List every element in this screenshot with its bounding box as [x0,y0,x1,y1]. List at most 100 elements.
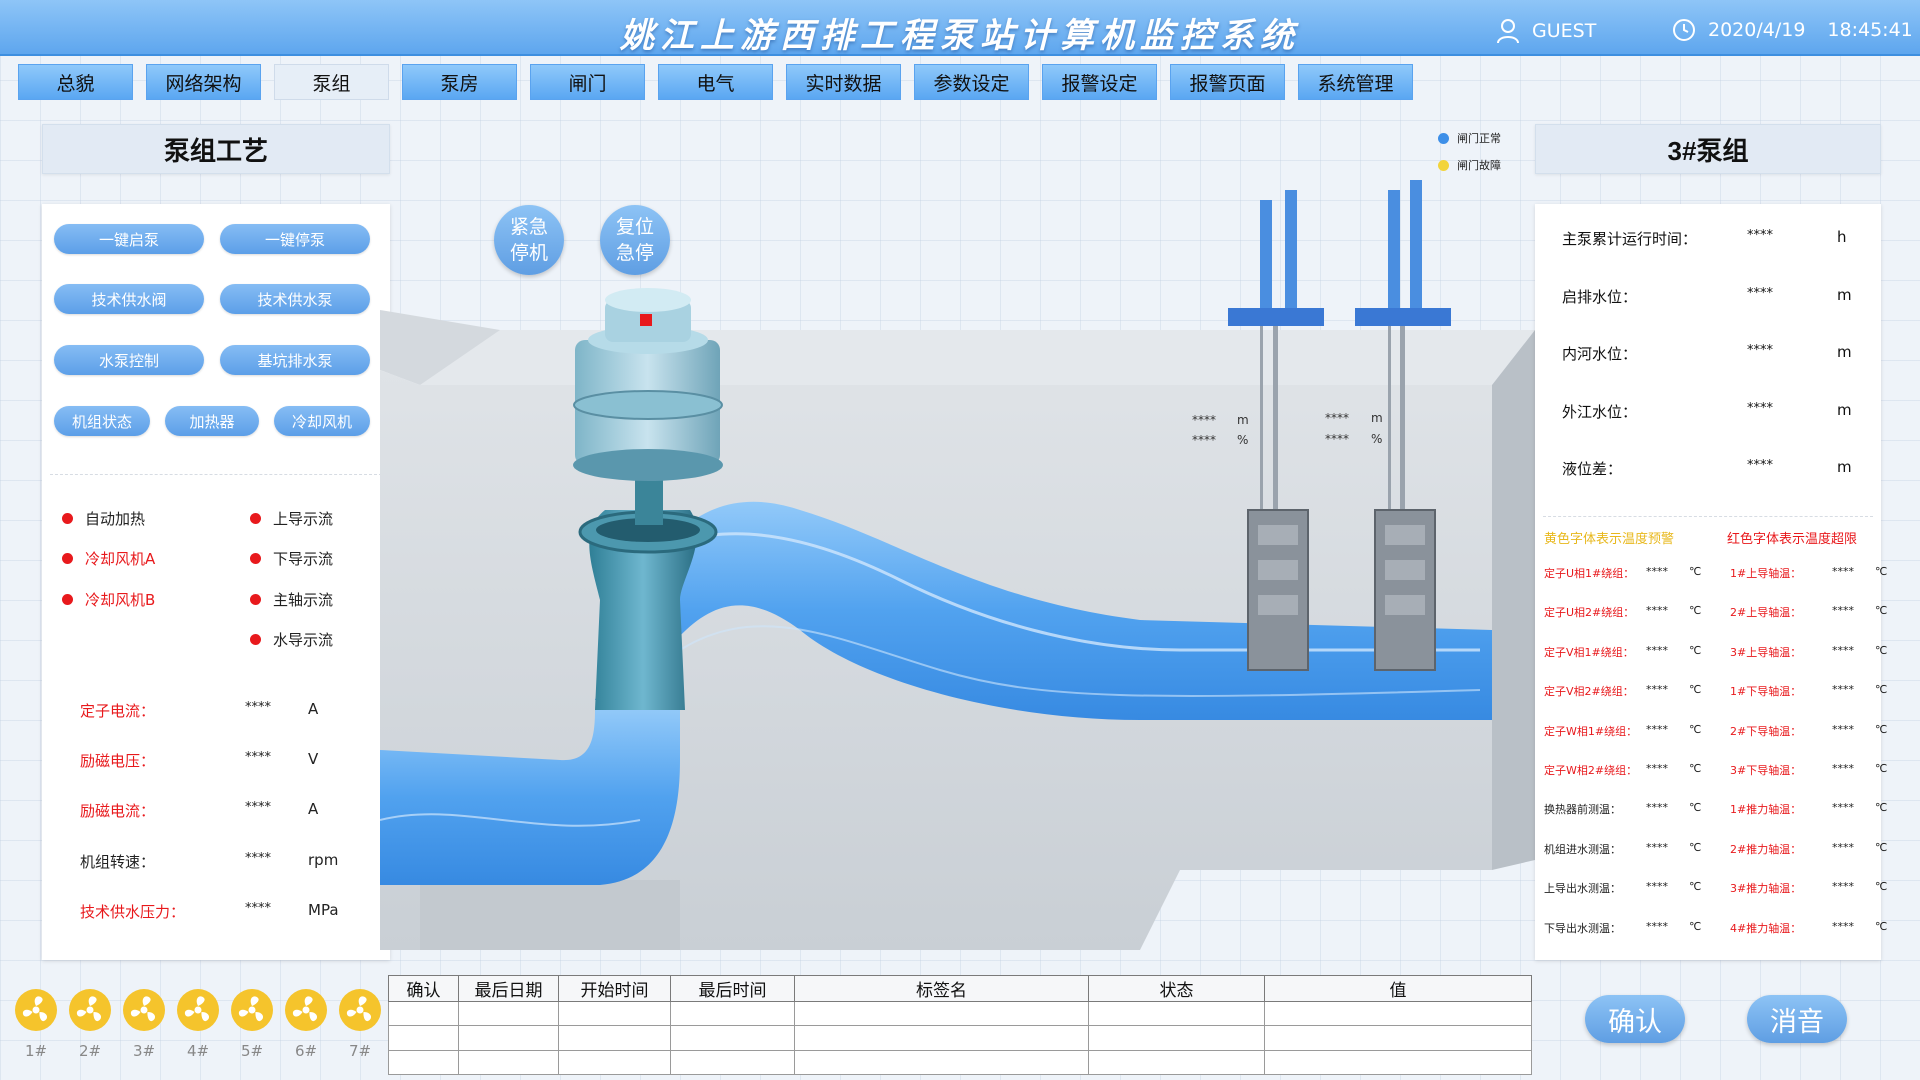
temp-unit: ℃ [1689,683,1702,697]
fan-unit-1[interactable]: 1# [14,988,58,1060]
fan-unit-7[interactable]: 7# [338,988,382,1060]
cooling-fan-button[interactable]: 冷却风机 [274,406,370,436]
indicator-label: 主轴示流 [273,591,334,609]
col-start-time[interactable]: 开始时间 [558,975,671,1002]
temp-unit: ℃ [1875,801,1888,815]
status-dot [250,594,261,605]
fan-icon [15,989,57,1031]
temp-value: **** [1646,840,1668,854]
temp-label: 定子V相2#绕组： [1544,685,1634,699]
temp-label: 1#推力轴温： [1730,803,1802,817]
col-tag-name[interactable]: 标签名 [794,975,1089,1002]
temp-label: 下导出水测温： [1544,921,1621,935]
one-key-start-button[interactable]: 一键启泵 [54,224,204,254]
table-cell [458,1025,559,1051]
gate-2-panel-detail [1385,595,1425,615]
table-row[interactable] [388,1025,1532,1051]
fan-unit-3[interactable]: 3# [122,988,166,1060]
status-dot [62,553,73,564]
nav-electrical[interactable]: 电气 [658,64,773,100]
divider [1543,516,1873,517]
fan-label: 4# [186,1042,210,1060]
unit-status-button[interactable]: 机组状态 [54,406,150,436]
table-cell [670,1000,795,1027]
pit-drain-pump-button[interactable]: 基坑排水泵 [220,345,370,375]
temp-value: **** [1832,919,1854,933]
table-row[interactable] [388,1000,1532,1027]
motor-mid-rim [573,390,723,420]
nav-overview[interactable]: 总貌 [18,64,133,100]
nav-parameter-settings[interactable]: 参数设定 [914,64,1029,100]
temp-label: 3#上导轴温： [1730,645,1802,659]
temp-unit: ℃ [1875,683,1888,697]
temp-value: **** [1832,880,1854,894]
heater-button[interactable]: 加热器 [165,406,259,436]
measure-unit: A [308,800,319,818]
nav-alarm-settings[interactable]: 报警设定 [1042,64,1157,100]
table-cell [794,1025,1089,1051]
temp-label: 定子U相1#绕组： [1544,567,1635,580]
fan-icon [231,989,273,1031]
col-status[interactable]: 状态 [1088,975,1265,1002]
temp-label: 2#推力轴温： [1730,842,1802,856]
table-row[interactable] [388,1049,1532,1076]
gate-2-position-unit: m [1371,411,1383,425]
col-last-time[interactable]: 最后时间 [670,975,795,1002]
gate-1-opening-value: **** [1192,433,1216,447]
nav-system-management[interactable]: 系统管理 [1298,64,1413,100]
nav-alarm-page[interactable]: 报警页面 [1170,64,1285,100]
nav-network[interactable]: 网络架构 [146,64,261,100]
temp-value: **** [1646,919,1668,933]
indicator-cooling-fan-b: 冷却风机B [62,589,155,610]
temp-value: **** [1832,683,1854,697]
table-cell [794,1000,1089,1027]
nav-realtime-data[interactable]: 实时数据 [786,64,901,100]
legend-label: 闸门故障 [1457,159,1501,172]
nav-gate[interactable]: 闸门 [530,64,645,100]
fan-label: 6# [294,1042,318,1060]
temp-label: 2#上导轴温： [1730,606,1802,620]
one-key-stop-button[interactable]: 一键停泵 [220,224,370,254]
measure-label: 励磁电流： [80,802,156,820]
col-value[interactable]: 值 [1264,975,1532,1002]
legend-gate-fault: 闸门故障 [1438,157,1501,173]
temp-label: 上导出水测温： [1544,882,1621,896]
col-confirm[interactable]: 确认 [388,975,459,1002]
table-cell [388,1049,459,1076]
tech-water-pump-button[interactable]: 技术供水泵 [220,284,370,314]
fan-unit-2[interactable]: 2# [68,988,112,1060]
tech-water-valve-button[interactable]: 技术供水阀 [54,284,204,314]
user-display[interactable]: GUEST [1496,18,1596,44]
fan-unit-6[interactable]: 6# [284,988,328,1060]
indicator-upper-guide-flow: 上导示流 [250,508,333,529]
gate-1-opening-unit: % [1237,433,1249,447]
temp-value: **** [1832,762,1854,775]
temp-value: **** [1832,565,1854,578]
temp-label: 定子V相1#绕组： [1544,645,1634,659]
pump-control-button[interactable]: 水泵控制 [54,345,204,375]
nav-pump-unit[interactable]: 泵组 [274,64,389,100]
row-label: 主泵累计运行时间： [1562,230,1698,248]
col-last-date[interactable]: 最后日期 [458,975,559,1002]
temp-unit: ℃ [1689,919,1702,933]
measure-value: **** [245,901,271,916]
temp-label: 3#推力轴温： [1730,882,1802,896]
fan-unit-5[interactable]: 5# [230,988,274,1060]
motor-status-light [640,314,652,326]
silence-button[interactable]: 消音 [1747,995,1847,1043]
confirm-button[interactable]: 确认 [1585,995,1685,1043]
fan-unit-4[interactable]: 4# [176,988,220,1060]
measure-excitation-voltage: 励磁电压： **** V [80,750,380,774]
indicator-water-guide-flow: 水导示流 [250,629,333,650]
fan-label: 5# [240,1042,264,1060]
left-panel-title: 泵组工艺 [42,124,390,174]
row-label: 启排水位： [1562,288,1638,306]
temp-label: 定子W相2#绕组： [1544,764,1638,777]
temp-unit: ℃ [1875,840,1888,854]
status-dot [250,513,261,524]
temp-unit: ℃ [1875,643,1888,657]
date-text: 2020/4/19 [1708,19,1806,41]
nav-pump-house[interactable]: 泵房 [402,64,517,100]
temp-value: **** [1646,683,1668,697]
status-dot [62,594,73,605]
